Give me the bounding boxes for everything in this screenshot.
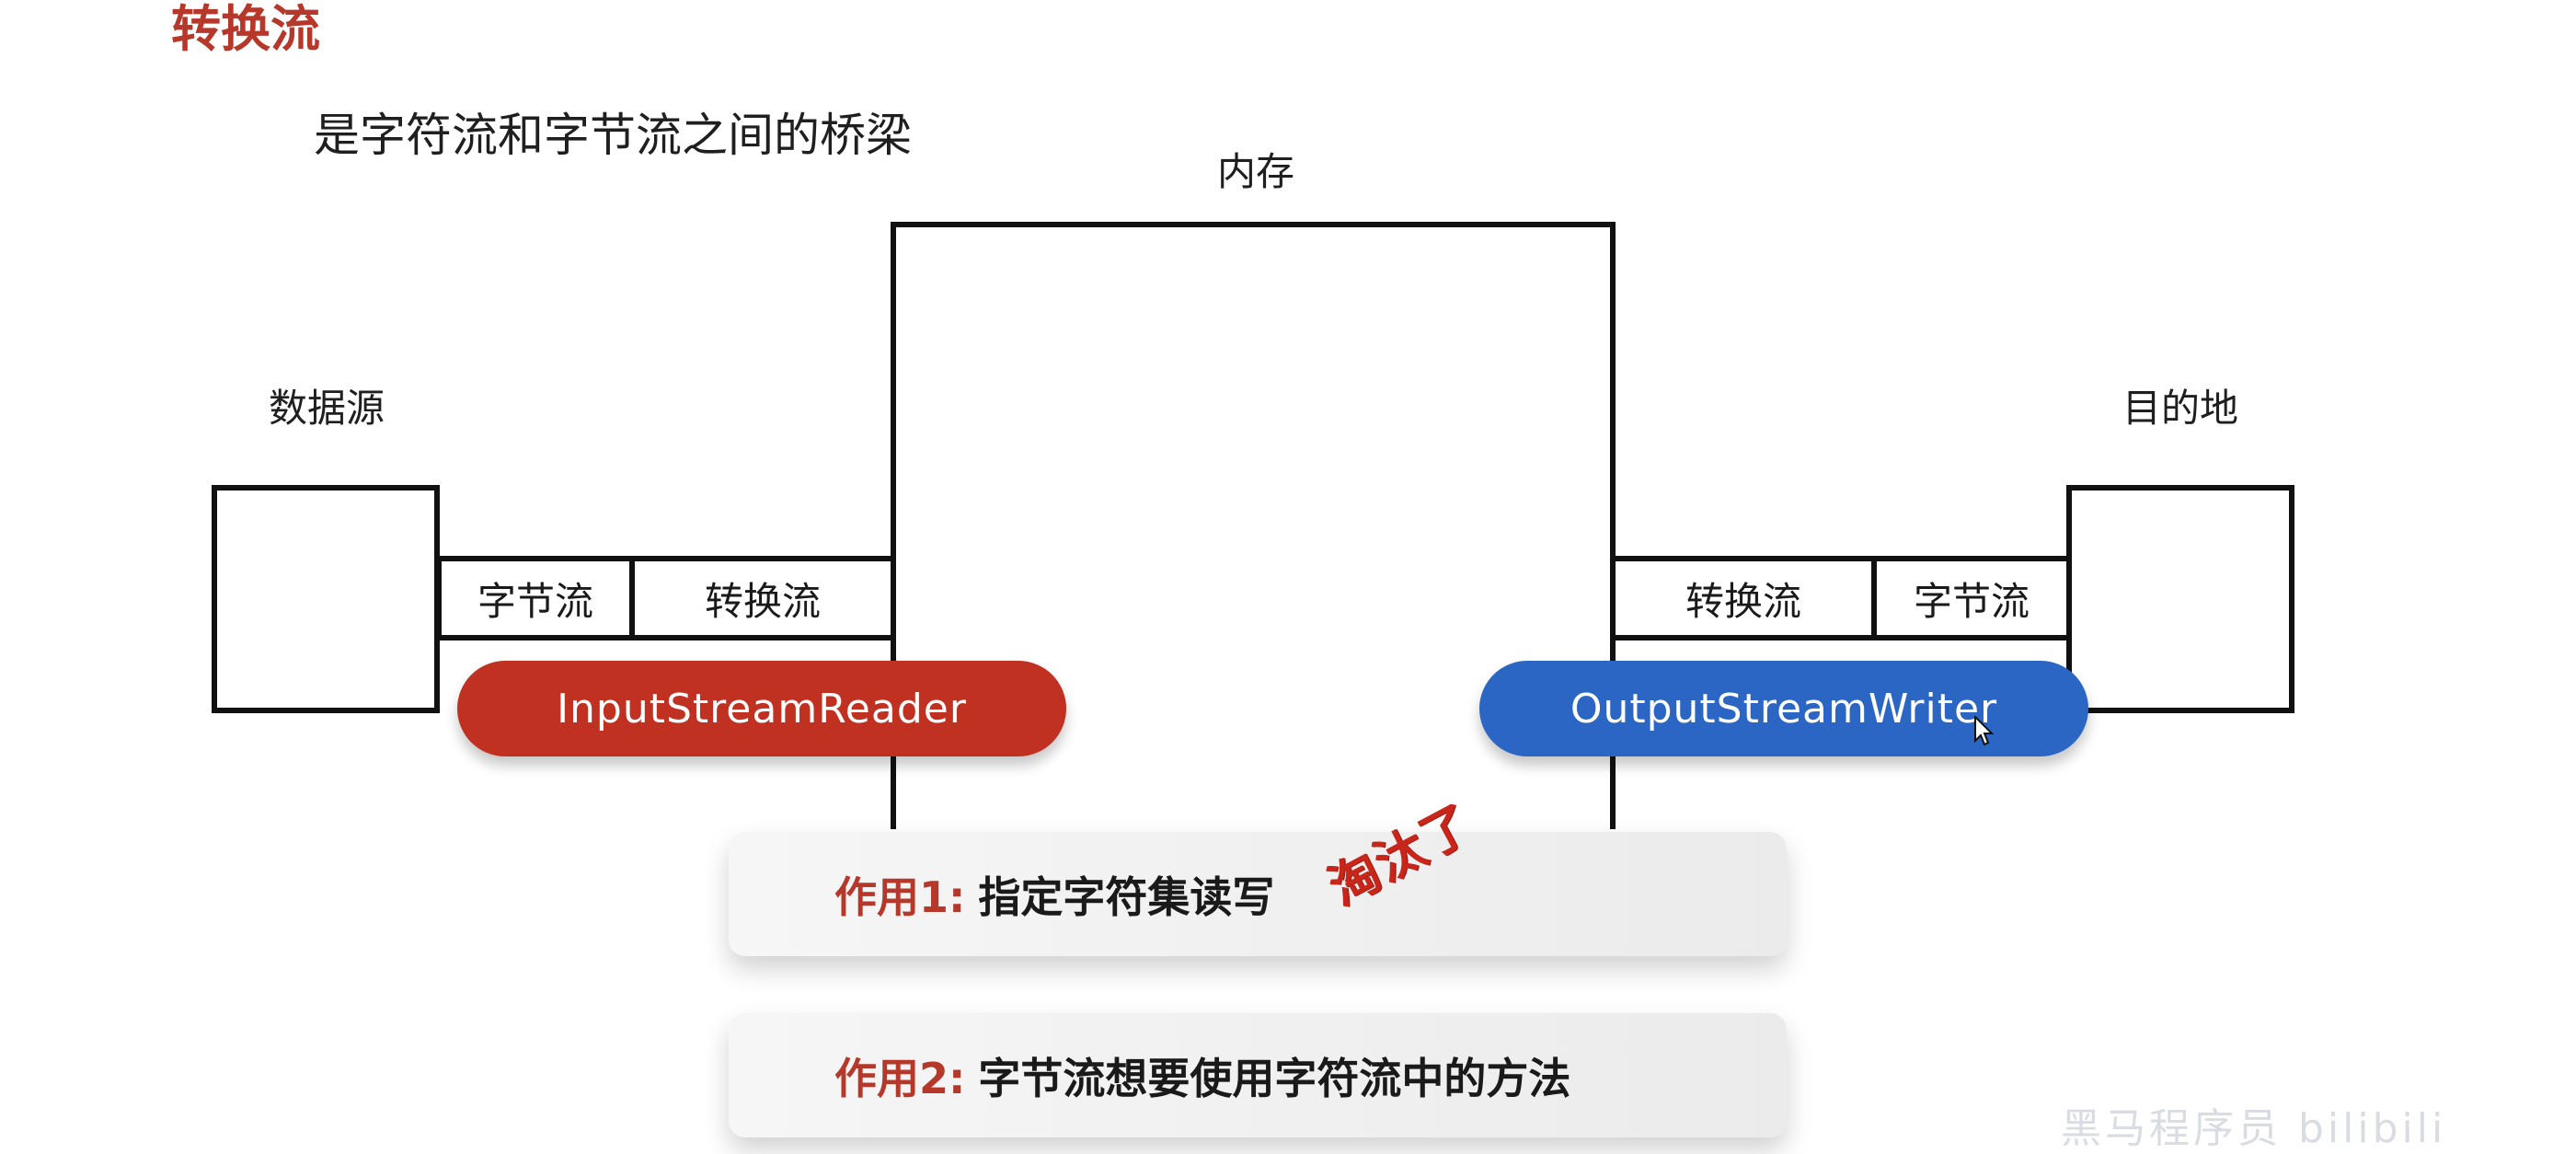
- output-stream-writer-label: OutputStreamWriter: [1570, 685, 1998, 733]
- use-2-key: 作用2:: [834, 1053, 966, 1103]
- right-byte-stream-cell: 字节流: [1871, 556, 2072, 640]
- output-stream-writer-pill: OutputStreamWriter: [1479, 661, 2088, 756]
- mouse-cursor-icon: [1974, 716, 1995, 746]
- destination-box: [2066, 485, 2294, 713]
- left-byte-stream-label: 字节流: [477, 578, 593, 624]
- use-card-2: 作用2: 字节流想要使用字符流中的方法: [729, 1013, 1787, 1137]
- left-convert-stream-label: 转换流: [704, 578, 821, 624]
- use-2-text: 字节流想要使用字符流中的方法: [978, 1053, 1571, 1103]
- source-label: 数据源: [268, 386, 385, 431]
- use-1-key: 作用1:: [834, 871, 966, 922]
- right-convert-stream-label: 转换流: [1685, 578, 1801, 624]
- use-card-1: 作用1: 指定字符集读写: [729, 832, 1787, 956]
- watermark: 黑马程序员 bilibili: [2061, 1105, 2447, 1152]
- source-box: [212, 485, 440, 713]
- memory-label: 内存: [1216, 149, 1294, 194]
- memory-frame-top: [891, 222, 1616, 227]
- left-convert-stream-cell: 转换流: [629, 556, 896, 640]
- destination-label: 目的地: [2122, 386, 2238, 431]
- left-byte-stream-cell: 字节流: [436, 556, 635, 640]
- input-stream-reader-label: InputStreamReader: [557, 685, 967, 733]
- slide-title: 转换流: [171, 0, 320, 58]
- input-stream-reader-pill: InputStreamReader: [457, 661, 1066, 756]
- slide-subtitle: 是字符流和字节流之间的桥梁: [314, 109, 912, 162]
- use-1-text: 指定字符集读写: [978, 871, 1275, 922]
- right-convert-stream-cell: 转换流: [1610, 556, 1877, 640]
- right-byte-stream-label: 字节流: [1913, 578, 2030, 624]
